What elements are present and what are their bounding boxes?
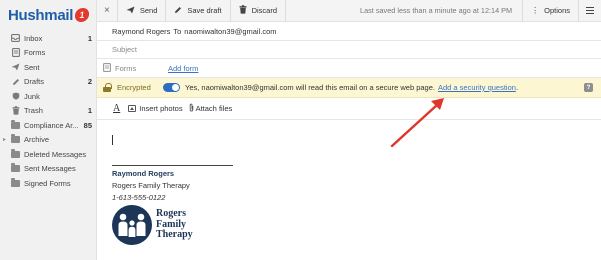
formatting-bar: A Insert photos Attach files [97, 98, 601, 120]
attach-files-label: Attach files [195, 104, 233, 113]
main-menu-button[interactable] [579, 6, 601, 15]
unread-count: 85 [83, 120, 92, 130]
save-draft-button[interactable]: Save draft [166, 0, 231, 22]
sidebar-item-inbox[interactable]: Inbox 1 [0, 31, 97, 46]
insert-photos-button[interactable]: Insert photos [128, 104, 183, 113]
folder-icon [11, 119, 20, 129]
send-button[interactable]: Send [118, 0, 167, 22]
sent-icon [11, 63, 20, 71]
trash-icon [239, 5, 247, 16]
text-format-button[interactable]: A [113, 103, 120, 114]
sidebar-item-label: Trash [24, 106, 43, 116]
attach-files-button[interactable]: Attach files [189, 103, 233, 114]
encryption-bar: Encrypted Yes, naomiwalton39@gmail.com w… [97, 78, 601, 98]
hushmail-logo[interactable]: Hushmail 1 [8, 6, 91, 24]
sidebar-item-label: Forms [24, 48, 46, 58]
folder-icon [11, 134, 20, 144]
unread-count: 1 [87, 33, 92, 43]
close-compose-button[interactable]: × [97, 0, 118, 22]
sidebar-item-junk[interactable]: Junk [0, 89, 97, 104]
signature-company: Rogers Family Therapy [112, 181, 190, 190]
add-form-link[interactable]: Add form [168, 64, 198, 73]
subject-field[interactable]: Subject [97, 41, 601, 59]
sender-name: Raymond Rogers [112, 26, 171, 36]
forms-icon [103, 62, 111, 74]
sidebar-item-deleted-messages[interactable]: Deleted Messages [0, 147, 97, 162]
discard-label: Discard [251, 6, 277, 15]
folder-icon [11, 163, 20, 173]
save-draft-label: Save draft [187, 6, 222, 15]
send-icon [126, 6, 135, 16]
encrypted-label: Encrypted [117, 83, 151, 92]
compose-toolbar: × Send Save draft Discard Last saved les… [97, 0, 601, 22]
sidebar: Hushmail 1 Inbox 1 Forms Sent Drafts 2 J… [0, 0, 97, 260]
sidebar-item-label: Archive [24, 135, 50, 145]
kebab-icon: ⋮ [531, 6, 540, 15]
pencil-icon [174, 6, 182, 16]
sidebar-item-label: Compliance Ar... [24, 120, 79, 130]
encryption-toggle[interactable] [163, 82, 180, 93]
signature-phone: 1-613-555-0122 [112, 193, 166, 202]
folder-list: Inbox 1 Forms Sent Drafts 2 Junk Trash 1… [0, 31, 97, 191]
to-label: To [173, 26, 182, 36]
signature-logo-text: Rogers Family Therapy [156, 208, 193, 241]
encryption-message: Yes, naomiwalton39@gmail.com will read t… [185, 83, 435, 92]
discard-button[interactable]: Discard [231, 0, 286, 22]
inbox-icon [11, 34, 20, 43]
sidebar-item-label: Junk [24, 91, 40, 101]
junk-icon [11, 92, 20, 100]
sidebar-item-label: Sent Messages [24, 164, 76, 174]
sidebar-item-compliance-archive[interactable]: Compliance Ar... 85 [0, 118, 97, 133]
unread-count: 2 [87, 77, 92, 87]
insert-photos-label: Insert photos [139, 104, 183, 113]
paperclip-icon [189, 103, 194, 114]
sidebar-item-label: Sent [24, 62, 40, 72]
recipients-row[interactable]: Raymond Rogers To naomiwalton39@gmail.co… [97, 22, 601, 41]
sidebar-item-sent[interactable]: Sent [0, 60, 97, 75]
logo-badge: 1 [74, 8, 91, 22]
text-cursor [112, 135, 113, 145]
sidebar-item-label: Deleted Messages [24, 149, 87, 159]
close-icon: × [104, 5, 110, 16]
options-button[interactable]: ⋮ Options [522, 0, 579, 22]
image-icon [128, 105, 137, 112]
sidebar-item-label: Inbox [24, 33, 43, 43]
sidebar-item-trash[interactable]: Trash 1 [0, 104, 97, 119]
hamburger-icon [586, 6, 594, 15]
forms-row: Forms Add form [97, 59, 601, 78]
folder-icon [11, 148, 20, 158]
sidebar-item-archive[interactable]: ▸ Archive [0, 133, 97, 148]
link-suffix: . [515, 83, 519, 92]
last-saved-status: Last saved less than a minute ago at 12:… [360, 6, 513, 15]
sidebar-item-sent-messages[interactable]: Sent Messages [0, 162, 97, 177]
options-label: Options [544, 6, 570, 15]
send-label: Send [139, 6, 158, 15]
signature-name: Raymond Rogers [112, 169, 175, 178]
logo-text: Hushmail [8, 6, 74, 24]
sidebar-item-label: Drafts [24, 77, 45, 87]
sidebar-item-forms[interactable]: Forms [0, 46, 97, 61]
trash-icon [11, 106, 20, 115]
forms-icon [11, 48, 20, 58]
chevron-right-icon[interactable]: ▸ [3, 136, 6, 143]
drafts-icon [11, 78, 20, 86]
help-icon[interactable]: ? [584, 83, 593, 92]
forms-label: Forms [115, 63, 137, 73]
signature-divider [112, 165, 233, 166]
lock-icon [103, 83, 112, 92]
unread-count: 1 [87, 106, 92, 116]
subject-placeholder: Subject [112, 45, 138, 54]
sidebar-item-drafts[interactable]: Drafts 2 [0, 75, 97, 90]
sidebar-item-label: Signed Forms [24, 178, 71, 188]
sidebar-item-signed-forms[interactable]: Signed Forms [0, 176, 97, 191]
signature-logo: Rogers Family Therapy [112, 205, 193, 245]
family-icon [112, 205, 152, 245]
add-security-question-link[interactable]: Add a security question [438, 83, 516, 92]
recipient-chip[interactable]: naomiwalton39@gmail.com [184, 27, 276, 36]
folder-icon [11, 177, 20, 187]
